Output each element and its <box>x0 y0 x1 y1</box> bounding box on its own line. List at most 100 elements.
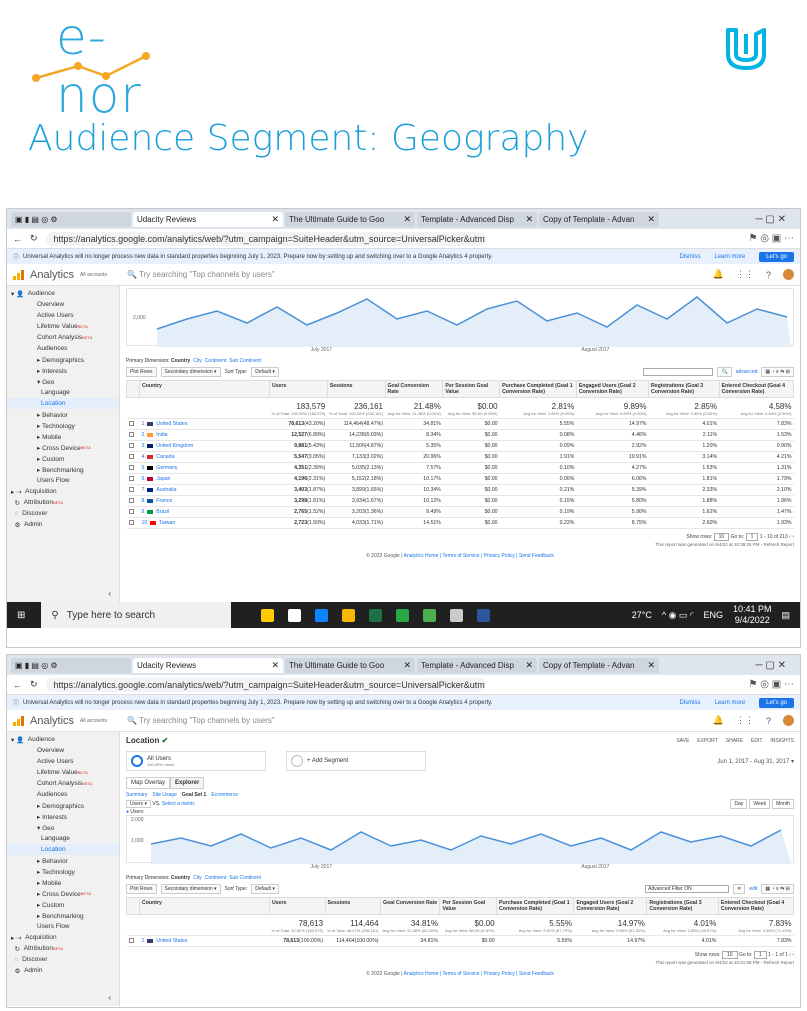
checkbox[interactable] <box>128 421 134 427</box>
table-search-input[interactable] <box>643 368 714 376</box>
windows-start-icon[interactable]: ⊞ <box>17 610 25 621</box>
sublink-summary[interactable]: Summary <box>126 792 147 798</box>
sort-type-select[interactable]: Default ▾ <box>251 884 279 894</box>
sidebar-item-lifetime[interactable]: Lifetime Value BETA <box>7 321 119 332</box>
url-field[interactable]: https://analytics.google.com/analytics/w… <box>45 231 486 246</box>
table-row[interactable]: 2. India 12,527(6.89%) 14,238(6.03%) 8.34% $… <box>126 429 794 441</box>
reload-icon[interactable]: ↻ <box>30 233 38 244</box>
country-name[interactable]: Japan <box>156 476 170 482</box>
prev-next-icons[interactable]: ‹ › <box>789 534 794 540</box>
sidebar-item-admin[interactable]: ⚙ Admin <box>7 965 119 976</box>
country-name[interactable]: Australia <box>156 487 176 493</box>
sidebar-item-attribution[interactable]: ↻ Attribution BETA <box>7 497 119 508</box>
ga-search[interactable]: 🔍 Try searching "Top channels by users" <box>127 270 275 279</box>
sidebar-item-audience[interactable]: ▾ 👤 Audience <box>7 734 119 745</box>
pinned-tabs[interactable]: ▣ ▮ ▤ ◎ ⚙ <box>11 657 131 673</box>
learn-more-link[interactable]: Learn more <box>714 700 745 706</box>
sidebar-item[interactable]: ▸ Mobile <box>7 877 119 888</box>
country-cell[interactable]: 5. Germany <box>139 462 270 474</box>
bell-icon[interactable]: 🔔 <box>713 269 724 280</box>
sidebar-item[interactable]: ▸ Benchmarking <box>7 464 119 475</box>
checkbox[interactable] <box>128 476 134 482</box>
advanced-filter-link[interactable]: advanced <box>736 369 758 375</box>
sidebar-item[interactable]: ▸ Demographics <box>7 800 119 811</box>
sidebar-item[interactable]: ▸ Mobile <box>7 431 119 442</box>
sidebar-item-language[interactable]: Language <box>7 833 119 844</box>
col-header[interactable]: Per Session Goal Value <box>442 380 501 398</box>
insights-button[interactable]: INSIGHTS <box>770 738 794 744</box>
share-button[interactable]: SHARE <box>726 738 743 744</box>
dismiss-button[interactable]: Dismiss <box>679 700 700 706</box>
clock[interactable]: 10:41 PM 9/4/2022 <box>733 604 772 626</box>
close-icon[interactable]: ✕ <box>641 214 655 225</box>
sidebar-item[interactable]: ▸ Demographics <box>7 354 119 365</box>
sublink-goal-set[interactable]: Goal Set 1 <box>182 792 206 798</box>
collapse-chevron-icon[interactable]: ‹ <box>108 993 111 1002</box>
sidebar-item-cohort[interactable]: Cohort Analysis BETA <box>7 332 119 343</box>
tray-icons[interactable]: ^ ◉ ▭ ◜ <box>662 610 694 621</box>
col-header[interactable]: Entered Checkout (Goal 4 Conversion Rate… <box>718 380 795 398</box>
country-name[interactable]: Canada <box>156 454 174 460</box>
plot-rows-button[interactable]: Plot Rows <box>126 367 157 377</box>
table-row[interactable]: 6. Japan 4,196(2.31%) 5,152(2.18%) 10.17% $0… <box>126 473 794 485</box>
country-cell[interactable]: 6. Japan <box>139 473 270 485</box>
add-segment-button[interactable]: + Add Segment <box>286 751 426 771</box>
month-button[interactable]: Month <box>772 799 794 809</box>
language-indicator[interactable]: ENG <box>703 610 723 620</box>
country-name[interactable]: Brazil <box>156 509 169 515</box>
col-header[interactable]: Country <box>139 897 270 915</box>
apps-icon[interactable]: ⋮⋮ <box>736 269 754 280</box>
taskbar-apps[interactable] <box>261 608 491 622</box>
country-cell[interactable]: 10. Taiwan <box>139 517 270 529</box>
sidebar-item-language[interactable]: Language <box>7 387 119 398</box>
sidebar-item-attribution[interactable]: ↻ Attribution BETA <box>7 943 119 954</box>
sidebar-item[interactable]: Users Flow <box>7 475 119 486</box>
notification-icon[interactable]: ▤ <box>781 610 790 621</box>
export-button[interactable]: EXPORT <box>697 738 717 744</box>
country-cell[interactable]: 3. United Kingdom <box>139 440 270 452</box>
sidebar-item[interactable]: ▸ Technology <box>7 420 119 431</box>
sidebar-item[interactable]: ▸ Interests <box>7 365 119 376</box>
col-header[interactable]: Goal Conversion Rate <box>380 897 441 915</box>
tab-template[interactable]: Template - Advanced Disp ✕ <box>417 211 537 227</box>
reload-icon[interactable]: ↻ <box>30 679 38 690</box>
secondary-dimension-select[interactable]: Secondary dimension ▾ <box>160 367 221 377</box>
sidebar-item[interactable]: ▸ Custom <box>7 453 119 464</box>
country-name[interactable]: United States <box>156 421 187 427</box>
country-cell[interactable]: 2. India <box>139 429 270 441</box>
learn-more-link[interactable]: Learn more <box>714 254 745 260</box>
account-picker[interactable]: All accounts <box>80 272 107 278</box>
help-icon[interactable]: ? <box>766 716 771 726</box>
sidebar-item-discover[interactable]: ◌ Discover <box>7 508 119 519</box>
sidebar-item[interactable]: Users Flow <box>7 921 119 932</box>
row-checkbox[interactable] <box>126 418 140 430</box>
segment-all-users[interactable]: All Users 100.00% Users <box>126 751 266 771</box>
table-row[interactable]: 3. United Kingdom 9,881(5.43%) 11,506(4.87… <box>126 440 794 452</box>
dimension-city[interactable]: City <box>193 875 202 881</box>
sidebar-item[interactable]: Active Users <box>7 310 119 321</box>
sidebar-item[interactable]: ▸ Behavior <box>7 409 119 420</box>
col-header[interactable]: Goal Conversion Rate <box>384 380 444 398</box>
tab-udacity-reviews[interactable]: Udacity Reviews ✕ <box>133 657 283 673</box>
tab-copy-template[interactable]: Copy of Template - Advan ✕ <box>539 657 659 673</box>
table-row[interactable]: 9. Brazil 2,765(1.52%) 3,203(1.36%) 9.49% $0… <box>126 506 794 518</box>
avatar[interactable] <box>783 715 794 726</box>
sidebar-item[interactable]: ▸ Custom <box>7 899 119 910</box>
checkbox[interactable] <box>128 465 134 471</box>
row-checkbox[interactable] <box>126 451 140 463</box>
tab-map-overlay[interactable]: Map Overlay <box>126 777 171 789</box>
row-checkbox[interactable] <box>126 473 140 485</box>
taskbar-search[interactable]: ⚲ Type here to search <box>41 602 232 628</box>
dimension-continent[interactable]: Continent <box>205 358 226 364</box>
close-icon[interactable]: ✕ <box>519 660 533 671</box>
window-controls[interactable]: ─ ▢ ✕ <box>756 660 800 671</box>
sidebar-item[interactable]: ▸ Interests <box>7 811 119 822</box>
checkbox[interactable] <box>128 443 134 449</box>
col-header[interactable]: Registrations (Goal 3 Conversion Rate) <box>646 897 719 915</box>
clear-filter-icon[interactable]: ✕ <box>733 884 746 894</box>
view-toggle-icons[interactable]: ▦ ◔ ≡ ⇆ ⊞ <box>761 884 794 894</box>
close-icon[interactable]: ✕ <box>397 660 411 671</box>
sidebar-item-geo[interactable]: ▾ Geo <box>7 822 119 833</box>
dismiss-button[interactable]: Dismiss <box>679 254 700 260</box>
col-header[interactable]: Registrations (Goal 3 Conversion Rate) <box>647 380 720 398</box>
